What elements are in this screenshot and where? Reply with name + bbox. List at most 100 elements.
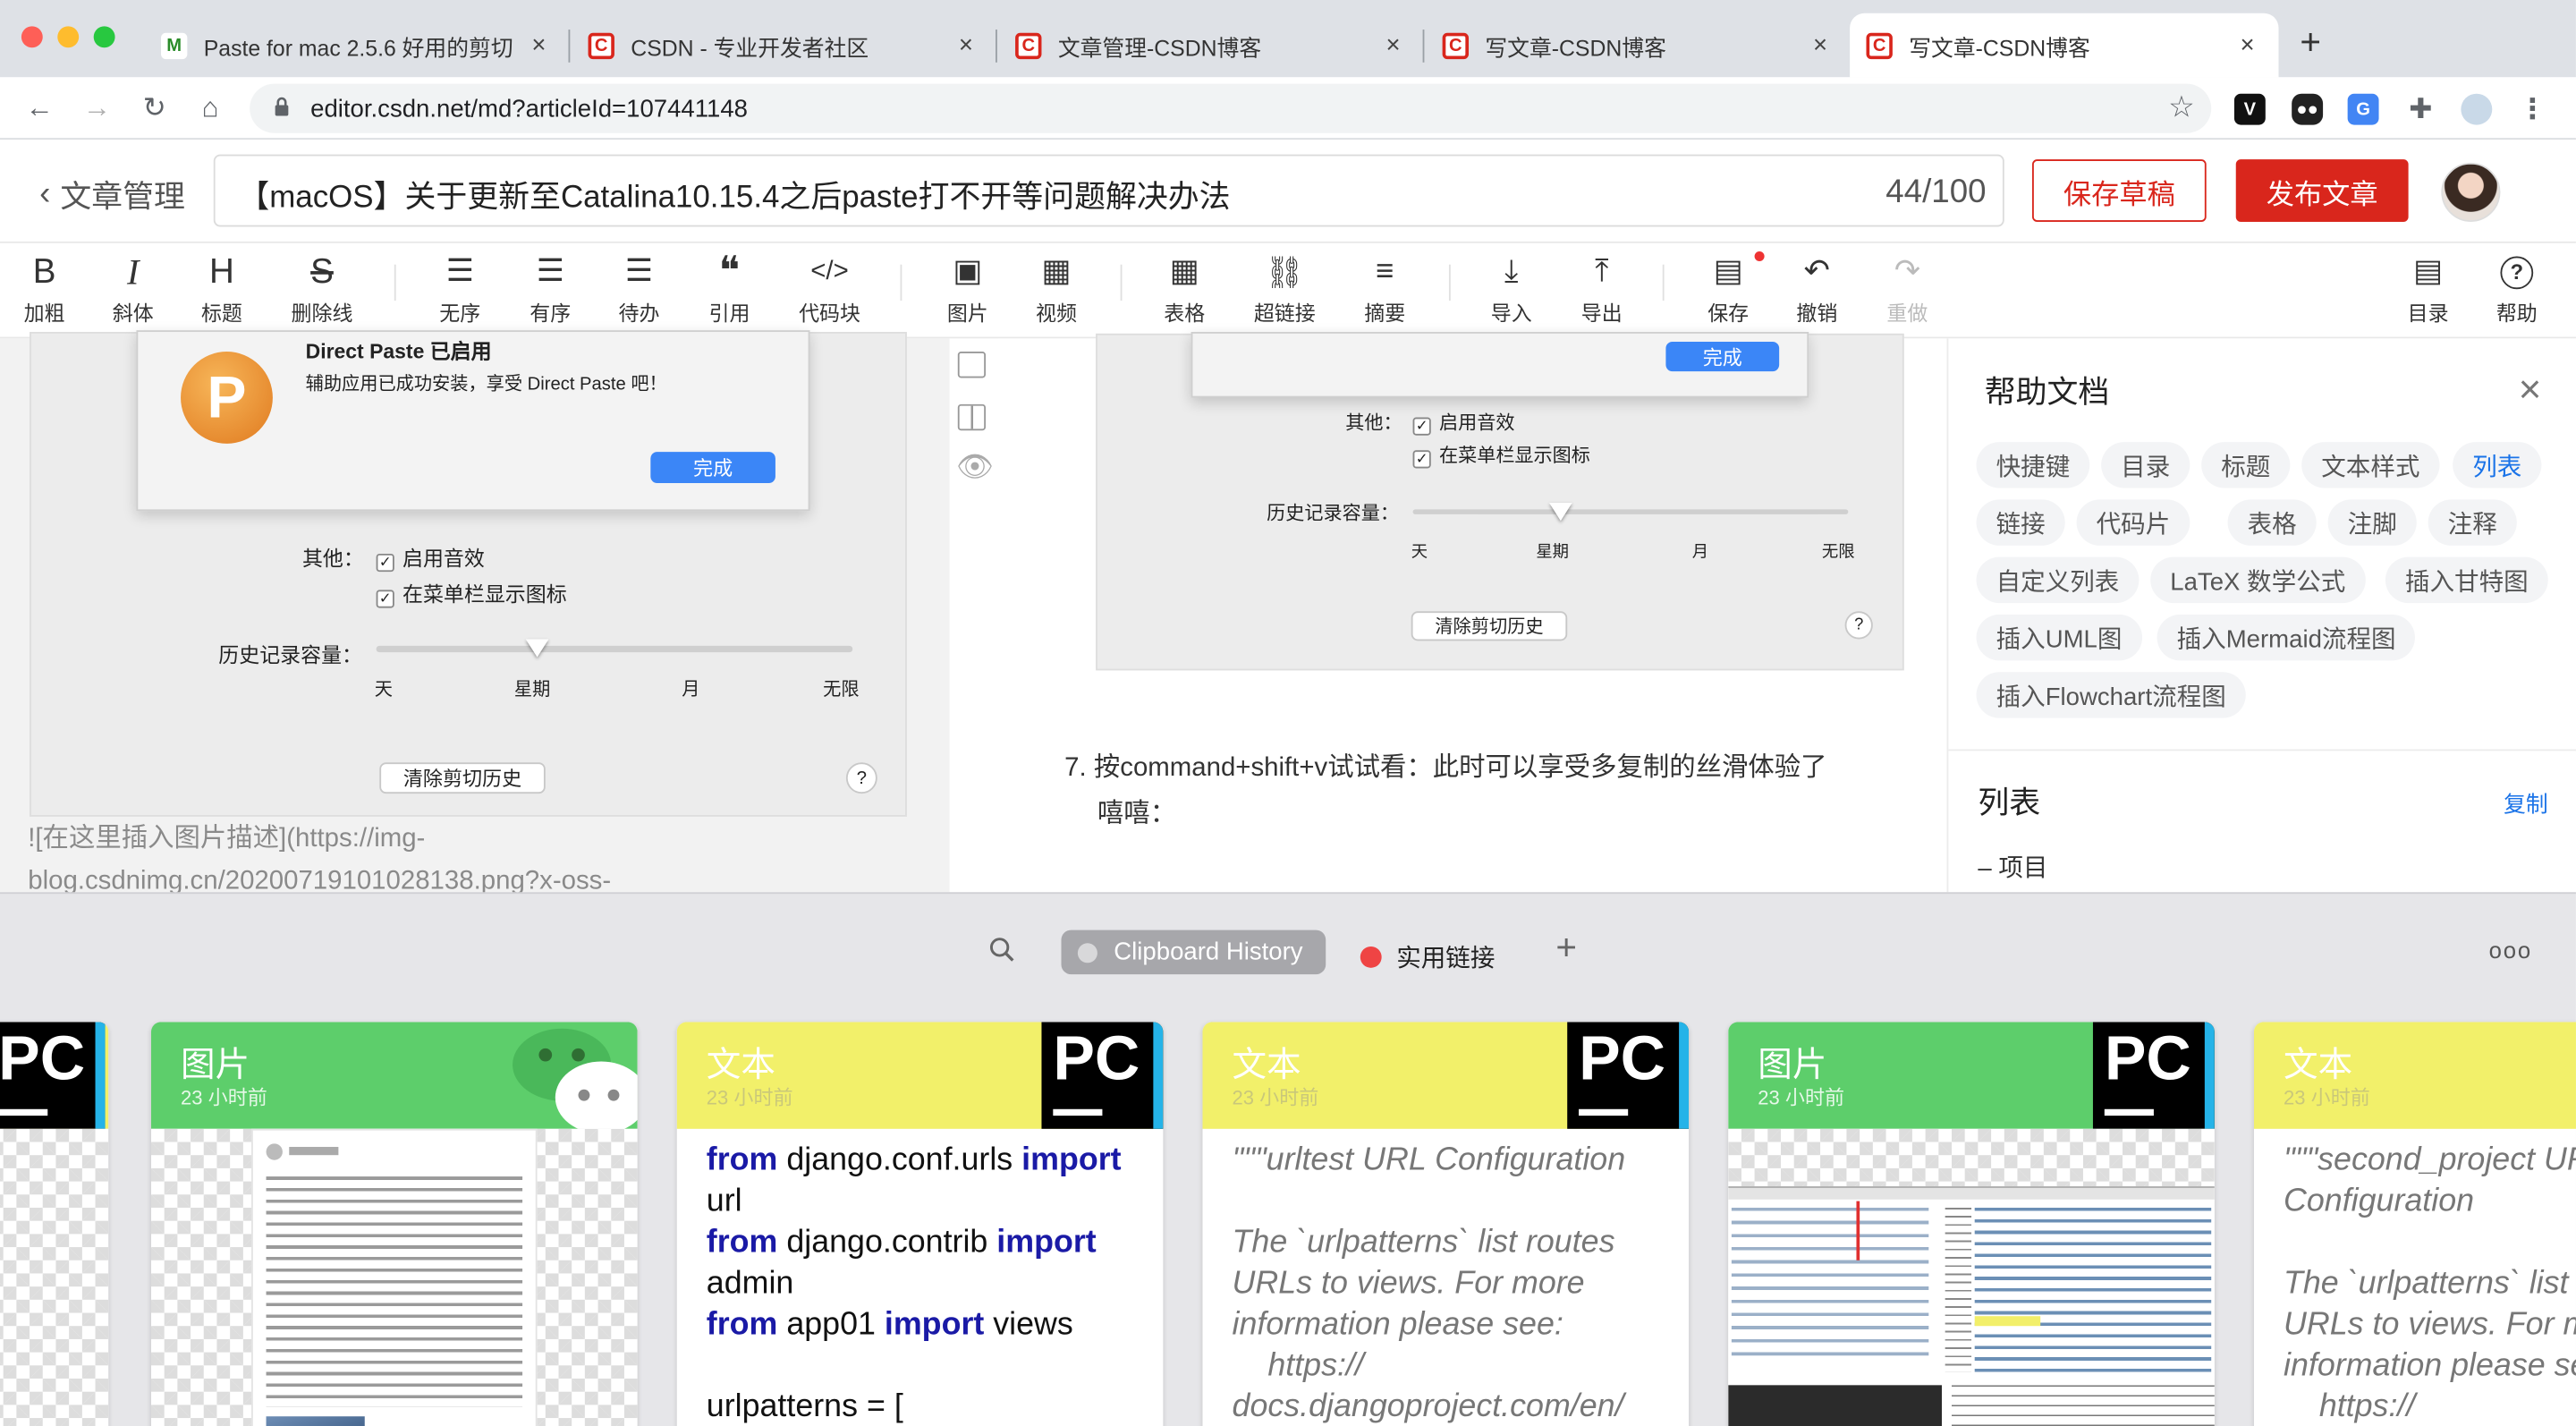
zoom-window-button[interactable] (93, 26, 115, 48)
card-type: 文本 (706, 1046, 775, 1085)
help-tag[interactable]: 链接 (1976, 499, 2065, 546)
close-icon[interactable]: × (2519, 368, 2542, 413)
tool-label: 图片 (946, 301, 988, 326)
clipboard-card[interactable]: 图片 23 小时前 PC (1728, 1022, 2215, 1426)
tab-close-icon[interactable]: × (1806, 31, 1835, 59)
publish-button[interactable]: 发布文章 (2235, 159, 2409, 222)
heading-button[interactable]: H 标题 (181, 250, 263, 332)
article-title-input[interactable]: 【macOS】关于更新至Catalina10.15.4之后paste打不开等问题… (213, 154, 2004, 227)
help-tag[interactable]: 标题 (2201, 442, 2291, 488)
todo-list-button[interactable]: ☰ 待办 (598, 250, 681, 332)
tab-close-icon[interactable]: × (524, 31, 554, 59)
markdown-editor[interactable]: P Direct Paste 已启用 辅助应用已成功安装，享受 Direct P… (0, 330, 950, 895)
forward-arrow-icon[interactable]: → (75, 87, 118, 130)
tab-write-article[interactable]: C 写文章-CSDN博客 × (1429, 13, 1848, 78)
close-window-button[interactable] (21, 26, 43, 48)
more-options-icon[interactable]: ooo (2489, 937, 2532, 963)
profile-avatar-icon[interactable] (2461, 93, 2493, 125)
home-icon[interactable]: ⌂ (189, 87, 232, 130)
clipboard-card[interactable]: 文本 23 小时前 """second_project URL Configur… (2253, 1022, 2576, 1426)
code-block-button[interactable]: </> 代码块 (789, 250, 871, 332)
new-tab-button[interactable]: + (2300, 21, 2321, 64)
extension-ghost-icon[interactable]: ●● (2292, 93, 2324, 125)
help-tag[interactable]: 注释 (2428, 499, 2517, 546)
strikethrough-button[interactable]: S 删除线 (281, 250, 363, 332)
done-button: 完成 (650, 452, 775, 483)
help-tag[interactable]: 代码片 (2076, 499, 2190, 546)
save-draft-button[interactable]: 保存草稿 (2031, 159, 2207, 222)
tab-csdn-home[interactable]: C CSDN - 专业开发者社区 × (575, 13, 994, 78)
summary-button[interactable]: ≡ 摘要 (1343, 250, 1426, 332)
csdn-favicon-icon: C (588, 31, 614, 59)
code-text: django.conf.urls (777, 1142, 1022, 1178)
help-tag[interactable]: 插入甘特图 (2385, 556, 2548, 604)
pinboard-clipboard-history[interactable]: Clipboard History (1061, 929, 1326, 975)
save-button[interactable]: ▤ 保存 (1687, 250, 1769, 332)
toc-button[interactable]: ▤ 目录 (2387, 250, 2470, 332)
help-tag[interactable]: 插入Flowchart流程图 (1976, 672, 2246, 718)
extensions-puzzle-icon[interactable]: ✚ (2405, 93, 2436, 125)
help-tag[interactable]: LaTeX 数学公式 (2150, 556, 2366, 604)
tab-paste-for-mac[interactable]: M Paste for mac 2.5.6 好用的剪切 × (148, 13, 566, 78)
chevron-left-icon: ‹ (39, 175, 51, 212)
tool-label: 视频 (1036, 301, 1077, 326)
wechat-app-icon (506, 1028, 638, 1134)
pinboard-dot-icon (1077, 942, 1097, 963)
help-tag[interactable]: 表格 (2227, 499, 2317, 546)
pinboard-useful-links[interactable]: 实用链接 (1360, 940, 1495, 975)
tab-write-article-active[interactable]: C 写文章-CSDN博客 × (1850, 13, 2279, 78)
bold-button[interactable]: B 加粗 (4, 250, 86, 332)
unordered-list-button[interactable]: ☰ 无序 (419, 250, 501, 332)
help-button[interactable]: ? 帮助 (2476, 250, 2558, 332)
help-tag[interactable]: 插入Mermaid流程图 (2157, 614, 2416, 661)
table-button[interactable]: ▦ 表格 (1143, 250, 1225, 332)
ordered-list-button[interactable]: ☰ 有序 (509, 250, 591, 332)
tab-close-icon[interactable]: × (2233, 31, 2262, 59)
undo-button[interactable]: ↶ 撤销 (1775, 250, 1858, 332)
image-button[interactable]: ▣ 图片 (927, 250, 1009, 332)
tick-label: 天 (374, 680, 393, 700)
tab-close-icon[interactable]: × (1378, 31, 1408, 59)
quote-button[interactable]: ❝ 引用 (689, 250, 771, 332)
export-button[interactable]: ⤒ 导出 (1561, 250, 1643, 332)
tab-close-icon[interactable]: × (951, 31, 980, 59)
clipboard-card[interactable]: 文本 23 小时前 PC from django.conf.urls impor… (676, 1022, 1164, 1426)
help-tag[interactable]: 文本样式 (2301, 442, 2440, 488)
help-tag[interactable]: 目录 (2101, 442, 2190, 488)
user-avatar[interactable] (2441, 162, 2501, 222)
add-pinboard-button[interactable]: + (1555, 927, 1577, 970)
back-to-articles-link[interactable]: ‹ 文章管理 (39, 173, 185, 217)
help-tag[interactable]: 插入UML图 (1976, 614, 2142, 661)
google-translate-icon[interactable]: G (2347, 93, 2379, 125)
tick-label: 星期 (1536, 543, 1570, 563)
help-tag[interactable]: 快捷键 (1976, 442, 2090, 488)
help-tag[interactable]: 注脚 (2327, 499, 2417, 546)
preview-eye-icon[interactable]: 👁 (956, 450, 994, 485)
tab-article-management[interactable]: C 文章管理-CSDN博客 × (1002, 13, 1420, 78)
video-button[interactable]: ▦ 视频 (1015, 250, 1097, 332)
redo-button[interactable]: ↷ 重做 (1866, 250, 1948, 332)
code-text: views (984, 1306, 1073, 1343)
unordered-list-icon: ☰ (445, 254, 474, 290)
help-tag[interactable]: 自定义列表 (1976, 556, 2140, 604)
title-char-count: 44/100 (1885, 174, 1987, 211)
help-tag-active[interactable]: 列表 (2453, 442, 2542, 488)
search-icon[interactable] (989, 937, 1015, 963)
extension-v-icon[interactable]: V (2233, 93, 2266, 125)
minimize-window-button[interactable] (57, 26, 80, 48)
clipboard-card[interactable]: 图片 23 小时前 (150, 1022, 638, 1426)
url-field[interactable]: editor.csdn.net/md?articleId=107441148 ☆ (250, 83, 2212, 133)
bookmark-star-icon[interactable]: ☆ (2168, 90, 2195, 125)
link-button[interactable]: ⛓ 超链接 (1243, 250, 1326, 332)
reload-icon[interactable]: ↻ (133, 87, 176, 130)
browser-menu-icon[interactable]: ⋮ (2517, 93, 2548, 125)
copy-button[interactable]: 复制 (2504, 785, 2548, 819)
editor-only-view-icon[interactable] (957, 352, 987, 378)
italic-button[interactable]: I 斜体 (92, 250, 174, 332)
back-arrow-icon[interactable]: ← (18, 87, 61, 130)
clipboard-card-partial[interactable]: PC (0, 1022, 109, 1426)
code-keyword: import (996, 1224, 1097, 1260)
import-button[interactable]: ⤓ 导入 (1470, 250, 1553, 332)
clipboard-card[interactable]: 文本 23 小时前 PC """urltest URL Configuratio… (1202, 1022, 1690, 1426)
split-view-icon[interactable] (957, 403, 987, 431)
